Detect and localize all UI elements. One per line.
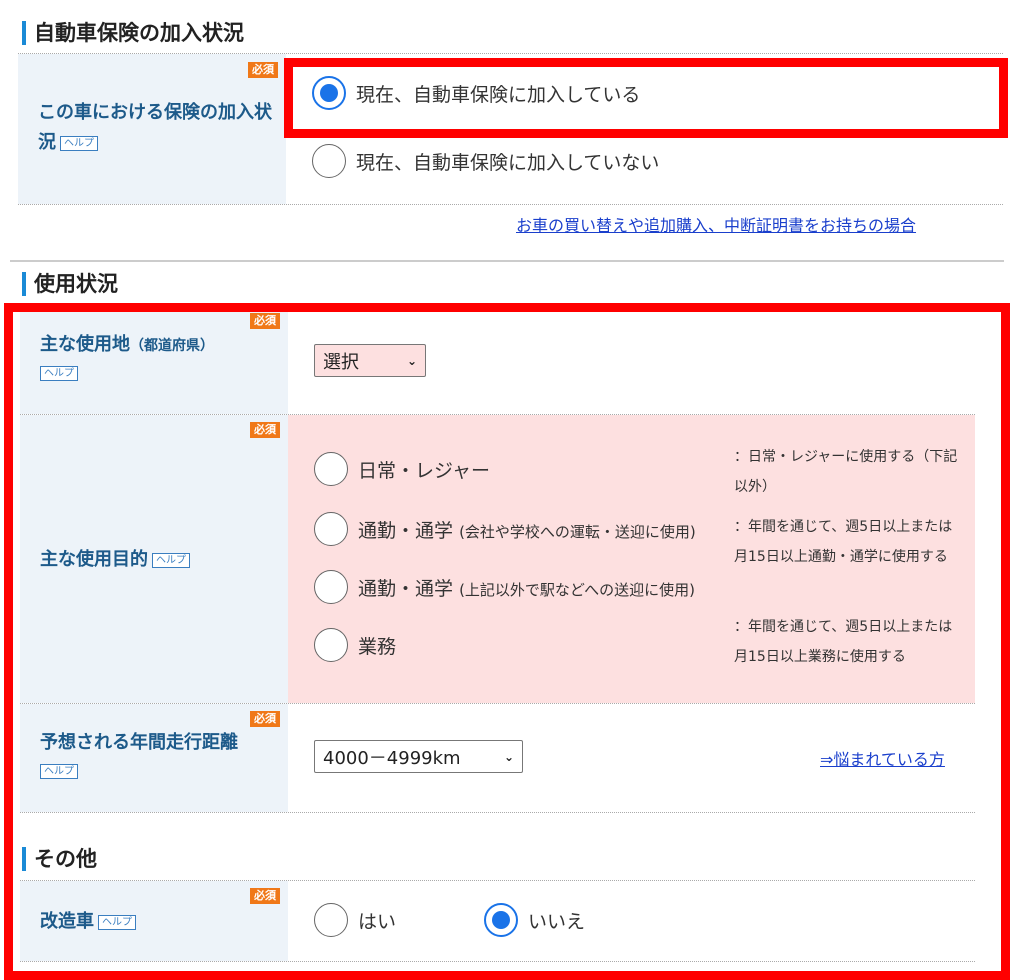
location-label: 主な使用地（都道府県） [40, 330, 275, 361]
usage-section-title: 使用状況 [22, 272, 118, 296]
divider [20, 812, 975, 813]
help-button[interactable]: ヘルプ [40, 366, 78, 381]
chevron-down-icon: ⌄ [503, 749, 514, 764]
help-button[interactable]: ヘルプ [98, 914, 136, 930]
required-badge: 必須 [250, 422, 280, 438]
radio-checked-icon[interactable] [484, 903, 518, 937]
divider [20, 961, 975, 962]
purpose-option-note: (上記以外で駅などへの送迎に使用) [459, 580, 696, 599]
required-badge: 必須 [250, 313, 280, 329]
purpose-label: 主な使用目的 ヘルプ [40, 545, 275, 575]
purpose-label-text: 主な使用目的 [40, 549, 148, 570]
purpose-option-text: 通勤・通学 [358, 519, 454, 542]
insurance-option-label: 現在、自動車保険に加入していない [356, 151, 660, 174]
purpose-option-text: 通勤・通学 [358, 577, 454, 600]
help-button[interactable]: ヘルプ [60, 135, 98, 151]
location-select[interactable]: 選択 ⌄ [314, 344, 426, 377]
purpose-option-note: (会社や学校への運転・送迎に使用) [459, 522, 696, 541]
location-sub-label: （都道府県） [130, 338, 214, 354]
modified-label-text: 改造車 [40, 911, 94, 932]
purpose-option-label: 通勤・通学 (上記以外で駅などへの送迎に使用) [358, 574, 695, 601]
divider [18, 204, 1003, 205]
mileage-select-value: 4000－4999km [323, 747, 461, 769]
mileage-label: 予想される年間走行距離 [40, 732, 238, 753]
insurance-option-not-enrolled[interactable]: 現在、自動車保険に加入していない [312, 144, 659, 178]
purpose-option-commute-other[interactable]: 通勤・通学 (上記以外で駅などへの送迎に使用) [314, 570, 695, 604]
mileage-help-link[interactable]: ⇒悩まれている方 [820, 746, 945, 770]
section-divider [10, 260, 1004, 262]
purpose-description: ：年間を通じて、週5日以上または月15日以上通勤・通学に使用する [734, 519, 953, 565]
modified-option-label: はい [358, 910, 397, 933]
radio-unchecked-icon[interactable] [314, 452, 348, 486]
insurance-label: この車における保険の加入状況 ヘルプ [38, 98, 273, 158]
mileage-select[interactable]: 4000－4999km ⌄ [314, 740, 523, 773]
purpose-option-label: 通勤・通学 (会社や学校への運転・送迎に使用) [358, 516, 696, 543]
required-badge: 必須 [250, 711, 280, 727]
radio-unchecked-icon[interactable] [314, 512, 348, 546]
required-badge: 必須 [248, 62, 278, 78]
radio-unchecked-icon[interactable] [314, 903, 348, 937]
modified-label: 改造車 ヘルプ [40, 907, 275, 937]
radio-unchecked-icon[interactable] [312, 144, 346, 178]
insurance-option-label: 現在、自動車保険に加入している [356, 83, 641, 106]
modified-option-label: いいえ [528, 910, 586, 933]
required-badge: 必須 [250, 888, 280, 904]
help-button[interactable]: ヘルプ [40, 764, 78, 779]
purpose-option-commute-drive[interactable]: 通勤・通学 (会社や学校への運転・送迎に使用) [314, 512, 696, 546]
purpose-option-leisure[interactable]: 日常・レジャー [314, 452, 490, 486]
purpose-option-business[interactable]: 業務 [314, 628, 396, 662]
purpose-option-label: 日常・レジャー [358, 459, 491, 482]
location-label-text: 主な使用地 [40, 334, 130, 355]
purpose-description: ：日常・レジャーに使用する（下記以外） [734, 449, 958, 495]
radio-unchecked-icon[interactable] [314, 570, 348, 604]
location-label-cell [20, 312, 288, 414]
insurance-option-enrolled[interactable]: 現在、自動車保険に加入している [312, 76, 640, 110]
mileage-label-cell [20, 704, 288, 812]
insurance-section-title: 自動車保険の加入状況 [22, 21, 244, 45]
help-button[interactable]: ヘルプ [152, 552, 190, 568]
chevron-down-icon: ⌄ [406, 353, 417, 368]
radio-unchecked-icon[interactable] [314, 628, 348, 662]
radio-checked-icon[interactable] [312, 76, 346, 110]
location-select-value: 選択 [323, 351, 359, 373]
modified-option-no[interactable]: いいえ [484, 903, 585, 937]
purpose-option-label: 業務 [358, 635, 397, 658]
modified-option-yes[interactable]: はい [314, 903, 396, 937]
change-car-link[interactable]: お車の買い替えや追加購入、中断証明書をお持ちの場合 [516, 212, 916, 236]
purpose-description: ：年間を通じて、週5日以上または月15日以上業務に使用する [734, 619, 953, 665]
other-section-title: その他 [22, 847, 97, 871]
